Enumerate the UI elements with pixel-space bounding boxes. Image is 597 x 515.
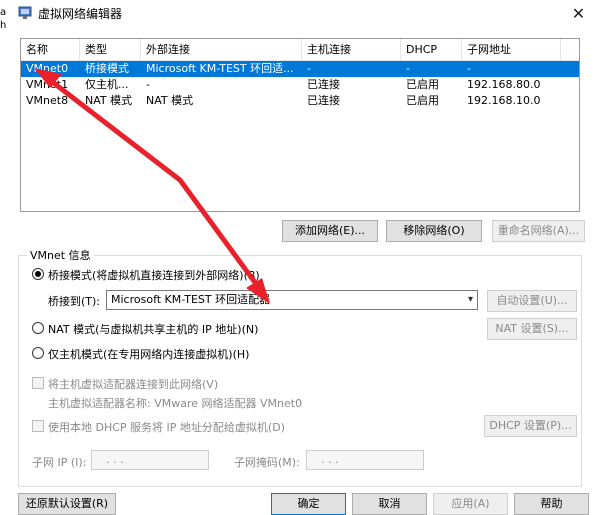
cell-external: NAT 模式 bbox=[146, 94, 194, 107]
title-bar: 虚拟网络编辑器 ✕ bbox=[0, 0, 597, 26]
cell-external: - bbox=[146, 78, 150, 91]
cancel-button[interactable]: 取消 bbox=[352, 493, 427, 515]
dhcp-checkbox[interactable] bbox=[32, 420, 44, 432]
header-type[interactable]: 类型 bbox=[80, 39, 141, 60]
help-button[interactable]: 帮助 bbox=[514, 493, 589, 515]
cell-dhcp: 已启用 bbox=[406, 94, 439, 107]
background-window-fragment: a h bbox=[0, 6, 6, 32]
restore-defaults-button[interactable]: 还原默认设置(R) bbox=[18, 493, 116, 515]
header-external[interactable]: 外部连接 bbox=[141, 39, 302, 60]
bridged-radio[interactable] bbox=[32, 268, 44, 280]
subnet-ip-input[interactable]: . . . bbox=[91, 450, 209, 470]
table-row[interactable]: VMnet8 NAT 模式 NAT 模式 已连接 已启用 192.168.10.… bbox=[21, 93, 579, 109]
add-network-button[interactable]: 添加网络(E)... bbox=[282, 220, 378, 242]
hostonly-label[interactable]: 仅主机模式(在专用网络内连接虚拟机)(H) bbox=[48, 346, 249, 362]
cell-host: - bbox=[307, 62, 311, 75]
header-dhcp[interactable]: DHCP bbox=[401, 39, 462, 60]
subnet-ip-label: 子网 IP (I): bbox=[32, 456, 87, 469]
chevron-down-icon: ▾ bbox=[467, 294, 473, 305]
subnet-mask-input[interactable]: . . . bbox=[306, 450, 424, 470]
subnet-mask-label: 子网掩码(M): bbox=[234, 456, 300, 469]
close-button[interactable]: ✕ bbox=[560, 0, 597, 26]
fragment-char: a bbox=[0, 7, 7, 18]
nat-label[interactable]: NAT 模式(与虚拟机共享主机的 IP 地址)(N) bbox=[48, 321, 258, 337]
cell-dhcp: 已启用 bbox=[406, 78, 439, 91]
bridged-to-value: Microsoft KM-TEST 环回适配器 bbox=[111, 293, 271, 306]
cell-host: 已连接 bbox=[307, 94, 340, 107]
cell-name: VMnet1 bbox=[26, 78, 69, 91]
close-icon: ✕ bbox=[571, 3, 586, 23]
list-header: 名称 类型 外部连接 主机连接 DHCP 子网地址 bbox=[21, 39, 579, 61]
adapter-name-label: 主机虚拟适配器名称: VMware 网络适配器 VMnet0 bbox=[48, 397, 303, 410]
network-editor-icon bbox=[18, 6, 32, 19]
connect-adapter-label[interactable]: 将主机虚拟适配器连接到此网络(V) bbox=[48, 376, 218, 392]
header-name[interactable]: 名称 bbox=[21, 39, 80, 60]
cell-subnet: 192.168.10.0 bbox=[467, 94, 541, 107]
nat-settings-button[interactable]: NAT 设置(S)... bbox=[487, 318, 577, 340]
cell-subnet: - bbox=[467, 62, 471, 75]
network-list[interactable]: 名称 类型 外部连接 主机连接 DHCP 子网地址 VMnet0 桥接模式 Mi… bbox=[20, 38, 580, 212]
subnet-ip-dots: . . . bbox=[106, 453, 124, 466]
dhcp-label[interactable]: 使用本地 DHCP 服务将 IP 地址分配给虚拟机(D) bbox=[48, 419, 285, 435]
cell-type: NAT 模式 bbox=[85, 94, 133, 107]
table-row[interactable]: VMnet1 仅主机... - 已连接 已启用 192.168.80.0 bbox=[21, 77, 579, 93]
cell-host: 已连接 bbox=[307, 78, 340, 91]
window-title: 虚拟网络编辑器 bbox=[38, 7, 123, 21]
connect-adapter-checkbox[interactable] bbox=[32, 377, 44, 389]
cell-name: VMnet0 bbox=[26, 62, 69, 75]
fragment-char: h bbox=[0, 20, 7, 31]
table-row[interactable]: VMnet0 桥接模式 Microsoft KM-TEST 环回适... - -… bbox=[21, 61, 579, 77]
rename-network-button[interactable]: 重命名网络(A)... bbox=[492, 220, 585, 242]
cell-dhcp: - bbox=[406, 62, 410, 75]
bridged-to-label: 桥接到(T): bbox=[48, 295, 101, 308]
cell-external: Microsoft KM-TEST 环回适... bbox=[146, 62, 294, 75]
apply-button[interactable]: 应用(A) bbox=[433, 493, 508, 515]
cell-type: 仅主机... bbox=[85, 78, 129, 91]
header-host[interactable]: 主机连接 bbox=[302, 39, 401, 60]
auto-settings-button[interactable]: 自动设置(U)... bbox=[487, 290, 577, 312]
bridged-label[interactable]: 桥接模式(将虚拟机直接连接到外部网络)(B) bbox=[48, 267, 260, 283]
ok-button[interactable]: 确定 bbox=[271, 493, 346, 515]
subnet-mask-dots: . . . bbox=[321, 453, 339, 466]
header-subnet[interactable]: 子网地址 bbox=[462, 39, 561, 60]
remove-network-button[interactable]: 移除网络(O) bbox=[386, 220, 482, 242]
bridged-to-select[interactable]: Microsoft KM-TEST 环回适配器 ▾ bbox=[106, 290, 478, 310]
vmnet-info-label: VMnet 信息 bbox=[27, 247, 94, 263]
nat-radio[interactable] bbox=[32, 322, 44, 334]
cell-name: VMnet8 bbox=[26, 94, 69, 107]
cell-type: 桥接模式 bbox=[85, 62, 129, 75]
cell-subnet: 192.168.80.0 bbox=[467, 78, 541, 91]
dhcp-settings-button[interactable]: DHCP 设置(P)... bbox=[484, 415, 577, 437]
hostonly-radio[interactable] bbox=[32, 347, 44, 359]
